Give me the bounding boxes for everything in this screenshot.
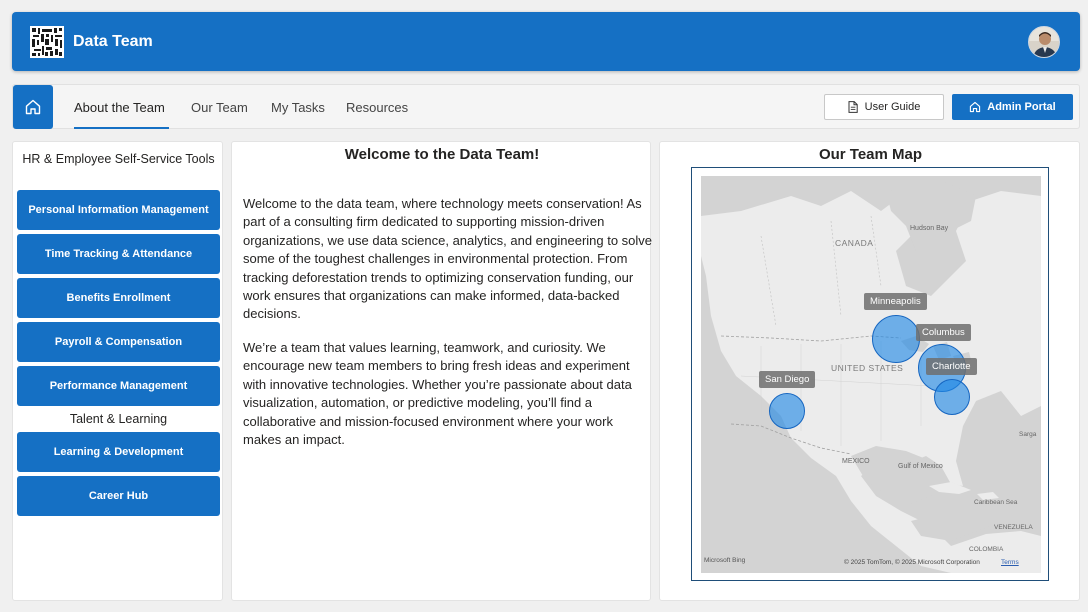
map-label-san-diego: San Diego bbox=[759, 371, 816, 388]
tab-about-the-team[interactable]: About the Team bbox=[74, 100, 165, 115]
sidebar-item-benefits[interactable]: Benefits Enrollment bbox=[17, 278, 220, 318]
welcome-panel: Welcome to the Data Team! Welcome to the… bbox=[231, 141, 653, 601]
map-label-canada: CANADA bbox=[835, 238, 874, 248]
tab-our-team[interactable]: Our Team bbox=[191, 100, 248, 115]
map-label-minneapolis: Minneapolis bbox=[864, 293, 927, 310]
map-label-caribbean: Caribbean Sea bbox=[974, 499, 1018, 506]
map-bubble-san-diego[interactable] bbox=[769, 393, 805, 429]
sidebar-section-heading: Talent & Learning bbox=[69, 412, 168, 426]
sidebar-item-time-tracking[interactable]: Time Tracking & Attendance bbox=[17, 234, 220, 274]
sidebar-item-personal-information[interactable]: Personal Information Management bbox=[17, 190, 220, 230]
map-label-charlotte: Charlotte bbox=[926, 358, 977, 375]
sidebar-item-payroll[interactable]: Payroll & Compensation bbox=[17, 322, 220, 362]
map-label-mexico: MEXICO bbox=[842, 458, 870, 465]
app-header: Data Team bbox=[12, 12, 1080, 71]
team-map-panel: Our Team Map CANADA Hudson Bay UNITED ST… bbox=[659, 141, 1080, 601]
tab-my-tasks[interactable]: My Tasks bbox=[271, 100, 325, 115]
home-button[interactable] bbox=[13, 85, 53, 129]
map-bubble-charlotte[interactable] bbox=[934, 379, 970, 415]
admin-portal-button[interactable]: Admin Portal bbox=[952, 94, 1073, 120]
map-label-columbus: Columbus bbox=[916, 324, 971, 341]
map-label-united-states: UNITED STATES bbox=[831, 363, 904, 373]
sidebar-item-learning[interactable]: Learning & Development bbox=[17, 432, 220, 472]
active-tab-indicator bbox=[74, 127, 169, 129]
admin-portal-label: Admin Portal bbox=[987, 101, 1056, 113]
app-title: Data Team bbox=[73, 33, 153, 50]
sidebar-item-performance[interactable]: Performance Management bbox=[17, 366, 220, 406]
user-guide-label: User Guide bbox=[864, 101, 921, 113]
document-icon bbox=[848, 101, 858, 113]
welcome-title: Welcome to the Data Team! bbox=[344, 146, 540, 163]
map-provider-logo: Microsoft Bing bbox=[704, 557, 746, 564]
map-title: Our Team Map bbox=[818, 146, 923, 163]
team-map[interactable]: CANADA Hudson Bay UNITED STATES MEXICO G… bbox=[691, 167, 1049, 581]
home-icon bbox=[970, 101, 981, 113]
map-basemap bbox=[701, 176, 1041, 573]
home-icon bbox=[25, 99, 41, 115]
map-label-venezuela: VENEZUELA bbox=[994, 524, 1033, 531]
welcome-paragraph-2: We’re a team that values learning, teamw… bbox=[243, 340, 632, 448]
map-label-hudson-bay: Hudson Bay bbox=[910, 225, 949, 232]
nav-bar: About the Team Our Team My Tasks Resourc… bbox=[12, 84, 1080, 129]
map-label-sargasso: Sarga bbox=[1019, 431, 1037, 438]
map-label-gulf: Gulf of Mexico bbox=[898, 463, 943, 470]
map-label-colombia: COLOMBIA bbox=[969, 546, 1004, 553]
sidebar-heading: HR & Employee Self-Service Tools bbox=[22, 152, 215, 166]
team-logo-icon bbox=[30, 26, 64, 58]
user-guide-button[interactable]: User Guide bbox=[824, 94, 944, 120]
map-bubble-minneapolis[interactable] bbox=[872, 315, 920, 363]
tab-resources[interactable]: Resources bbox=[346, 100, 408, 115]
welcome-paragraph-1: Welcome to the data team, where technolo… bbox=[243, 196, 653, 322]
map-attribution: © 2025 TomTom, © 2025 Microsoft Corporat… bbox=[844, 559, 980, 566]
map-terms-link[interactable]: Terms bbox=[1001, 559, 1019, 566]
hr-tools-sidebar: HR & Employee Self-Service Tools Persona… bbox=[12, 141, 223, 601]
user-avatar[interactable] bbox=[1028, 26, 1060, 58]
sidebar-item-career-hub[interactable]: Career Hub bbox=[17, 476, 220, 516]
